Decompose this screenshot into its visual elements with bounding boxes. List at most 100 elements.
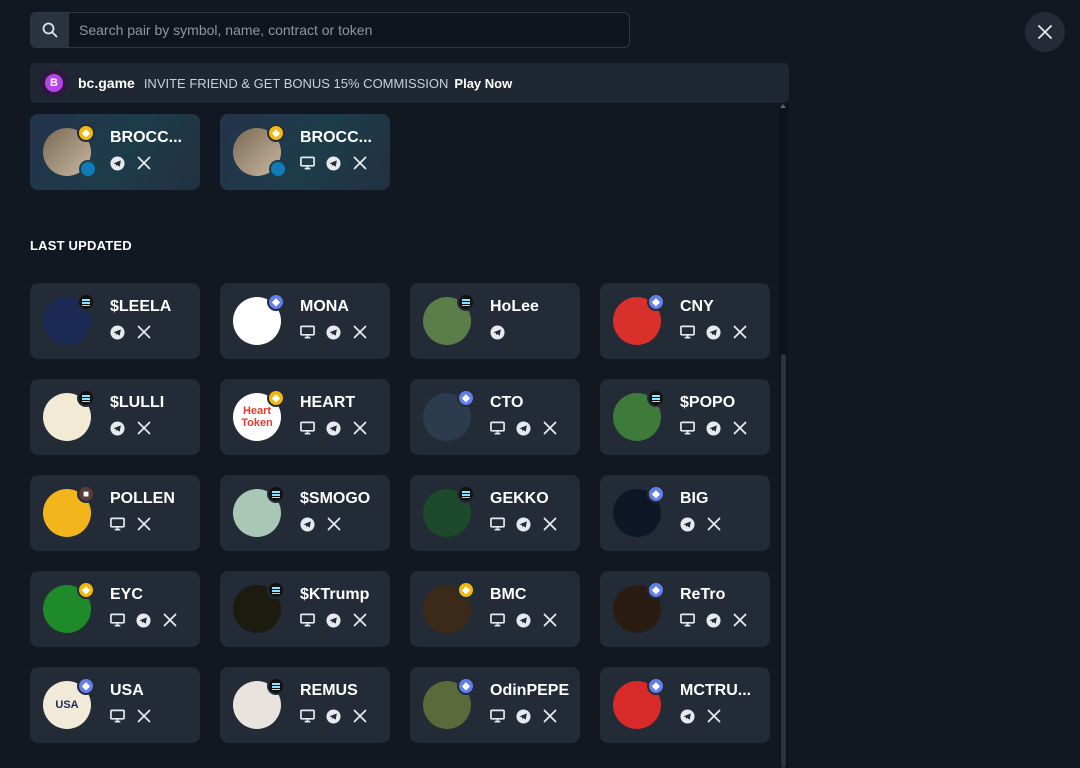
token-links <box>110 516 175 532</box>
x-icon[interactable] <box>352 325 367 340</box>
scrollbar-thumb[interactable] <box>781 354 786 768</box>
token-name: OdinPEPE <box>490 682 570 699</box>
x-icon[interactable] <box>136 517 151 532</box>
x-icon[interactable] <box>352 709 367 724</box>
token-card[interactable]: GEKKO <box>410 475 580 551</box>
x-icon[interactable] <box>542 709 557 724</box>
token-card[interactable]: ◆ MONA <box>220 283 390 359</box>
website-icon[interactable] <box>300 613 315 628</box>
token-card[interactable]: ◆ EYC <box>30 571 200 647</box>
telegram-icon[interactable] <box>110 155 125 171</box>
telegram-icon[interactable] <box>326 708 341 724</box>
close-button[interactable] <box>1025 12 1065 52</box>
telegram-icon[interactable] <box>490 324 505 340</box>
token-links <box>110 708 151 724</box>
telegram-icon[interactable] <box>326 612 341 628</box>
token-card[interactable]: Heart Token ◆ HEART <box>220 379 390 455</box>
telegram-icon[interactable] <box>706 420 721 436</box>
token-card[interactable]: HoLee <box>410 283 580 359</box>
x-icon[interactable] <box>706 517 721 532</box>
promo-brand: bc.game <box>78 75 135 91</box>
token-info: BMC <box>490 585 557 628</box>
x-icon[interactable] <box>162 613 177 628</box>
token-info: HEART <box>300 393 367 436</box>
promo-banner[interactable]: B bc.game INVITE FRIEND & GET BONUS 15% … <box>30 63 789 103</box>
website-icon[interactable] <box>300 421 315 436</box>
x-icon[interactable] <box>706 709 721 724</box>
token-card[interactable]: REMUS <box>220 667 390 743</box>
token-card[interactable]: ◆ BIG <box>600 475 770 551</box>
telegram-icon[interactable] <box>516 612 531 628</box>
telegram-icon[interactable] <box>516 708 531 724</box>
telegram-icon[interactable] <box>516 420 531 436</box>
token-card[interactable]: $KTrump <box>220 571 390 647</box>
x-icon[interactable] <box>542 421 557 436</box>
telegram-icon[interactable] <box>680 708 695 724</box>
search-icon[interactable] <box>31 13 69 47</box>
x-icon[interactable] <box>352 156 367 171</box>
telegram-icon[interactable] <box>136 612 151 628</box>
telegram-icon[interactable] <box>300 516 315 532</box>
website-icon[interactable] <box>490 421 505 436</box>
x-icon[interactable] <box>732 421 747 436</box>
token-card[interactable]: ◆ CNY <box>600 283 770 359</box>
scroll-up-arrow[interactable] <box>780 104 786 108</box>
token-info: EYC <box>110 585 177 628</box>
website-icon[interactable] <box>490 613 505 628</box>
token-card[interactable]: $POPO <box>600 379 770 455</box>
token-card[interactable]: ◆ OdinPEPE <box>410 667 580 743</box>
featured-token-card[interactable]: ◆ BROCC... <box>30 114 200 190</box>
featured-token-card[interactable]: ◆ BROCC... <box>220 114 390 190</box>
website-icon[interactable] <box>680 613 695 628</box>
x-icon[interactable] <box>732 325 747 340</box>
website-icon[interactable] <box>300 325 315 340</box>
token-name: BIG <box>680 490 709 507</box>
website-icon[interactable] <box>490 517 505 532</box>
website-icon[interactable] <box>490 709 505 724</box>
token-links <box>680 708 751 724</box>
telegram-icon[interactable] <box>110 324 125 340</box>
x-icon[interactable] <box>732 613 747 628</box>
website-icon[interactable] <box>110 517 125 532</box>
website-icon[interactable] <box>300 709 315 724</box>
x-icon[interactable] <box>352 421 367 436</box>
x-icon[interactable] <box>136 325 151 340</box>
telegram-icon[interactable] <box>326 420 341 436</box>
token-card[interactable]: $SMOGO <box>220 475 390 551</box>
token-card[interactable]: ◆ ReTro <box>600 571 770 647</box>
telegram-icon[interactable] <box>516 516 531 532</box>
play-now-link[interactable]: Play Now <box>454 76 512 91</box>
token-card[interactable]: ◆ CTO <box>410 379 580 455</box>
telegram-icon[interactable] <box>326 155 341 171</box>
search-input[interactable] <box>69 13 629 47</box>
token-card[interactable]: ◆ MCTRU... <box>600 667 770 743</box>
eth-chain-icon: ◆ <box>77 677 95 695</box>
website-icon[interactable] <box>110 709 125 724</box>
token-card[interactable]: $LULLI <box>30 379 200 455</box>
token-links <box>490 516 557 532</box>
x-icon[interactable] <box>136 421 151 436</box>
x-icon[interactable] <box>542 517 557 532</box>
telegram-icon[interactable] <box>706 612 721 628</box>
telegram-icon[interactable] <box>326 324 341 340</box>
token-card[interactable]: USA ◆ USA <box>30 667 200 743</box>
token-card[interactable]: $LEELA <box>30 283 200 359</box>
scrollbar[interactable] <box>779 104 788 768</box>
x-icon[interactable] <box>326 517 341 532</box>
website-icon[interactable] <box>680 421 695 436</box>
token-info: REMUS <box>300 681 367 724</box>
token-card[interactable]: ◆ BMC <box>410 571 580 647</box>
x-icon[interactable] <box>542 613 557 628</box>
x-icon[interactable] <box>136 156 151 171</box>
token-card[interactable]: ■ POLLEN <box>30 475 200 551</box>
eth-chain-icon: ◆ <box>647 581 665 599</box>
telegram-icon[interactable] <box>706 324 721 340</box>
website-icon[interactable] <box>680 325 695 340</box>
website-icon[interactable] <box>300 156 315 171</box>
website-icon[interactable] <box>110 613 125 628</box>
x-icon[interactable] <box>352 613 367 628</box>
telegram-icon[interactable] <box>110 420 125 436</box>
telegram-icon[interactable] <box>680 516 695 532</box>
x-icon[interactable] <box>136 709 151 724</box>
token-name: $KTrump <box>300 586 370 603</box>
